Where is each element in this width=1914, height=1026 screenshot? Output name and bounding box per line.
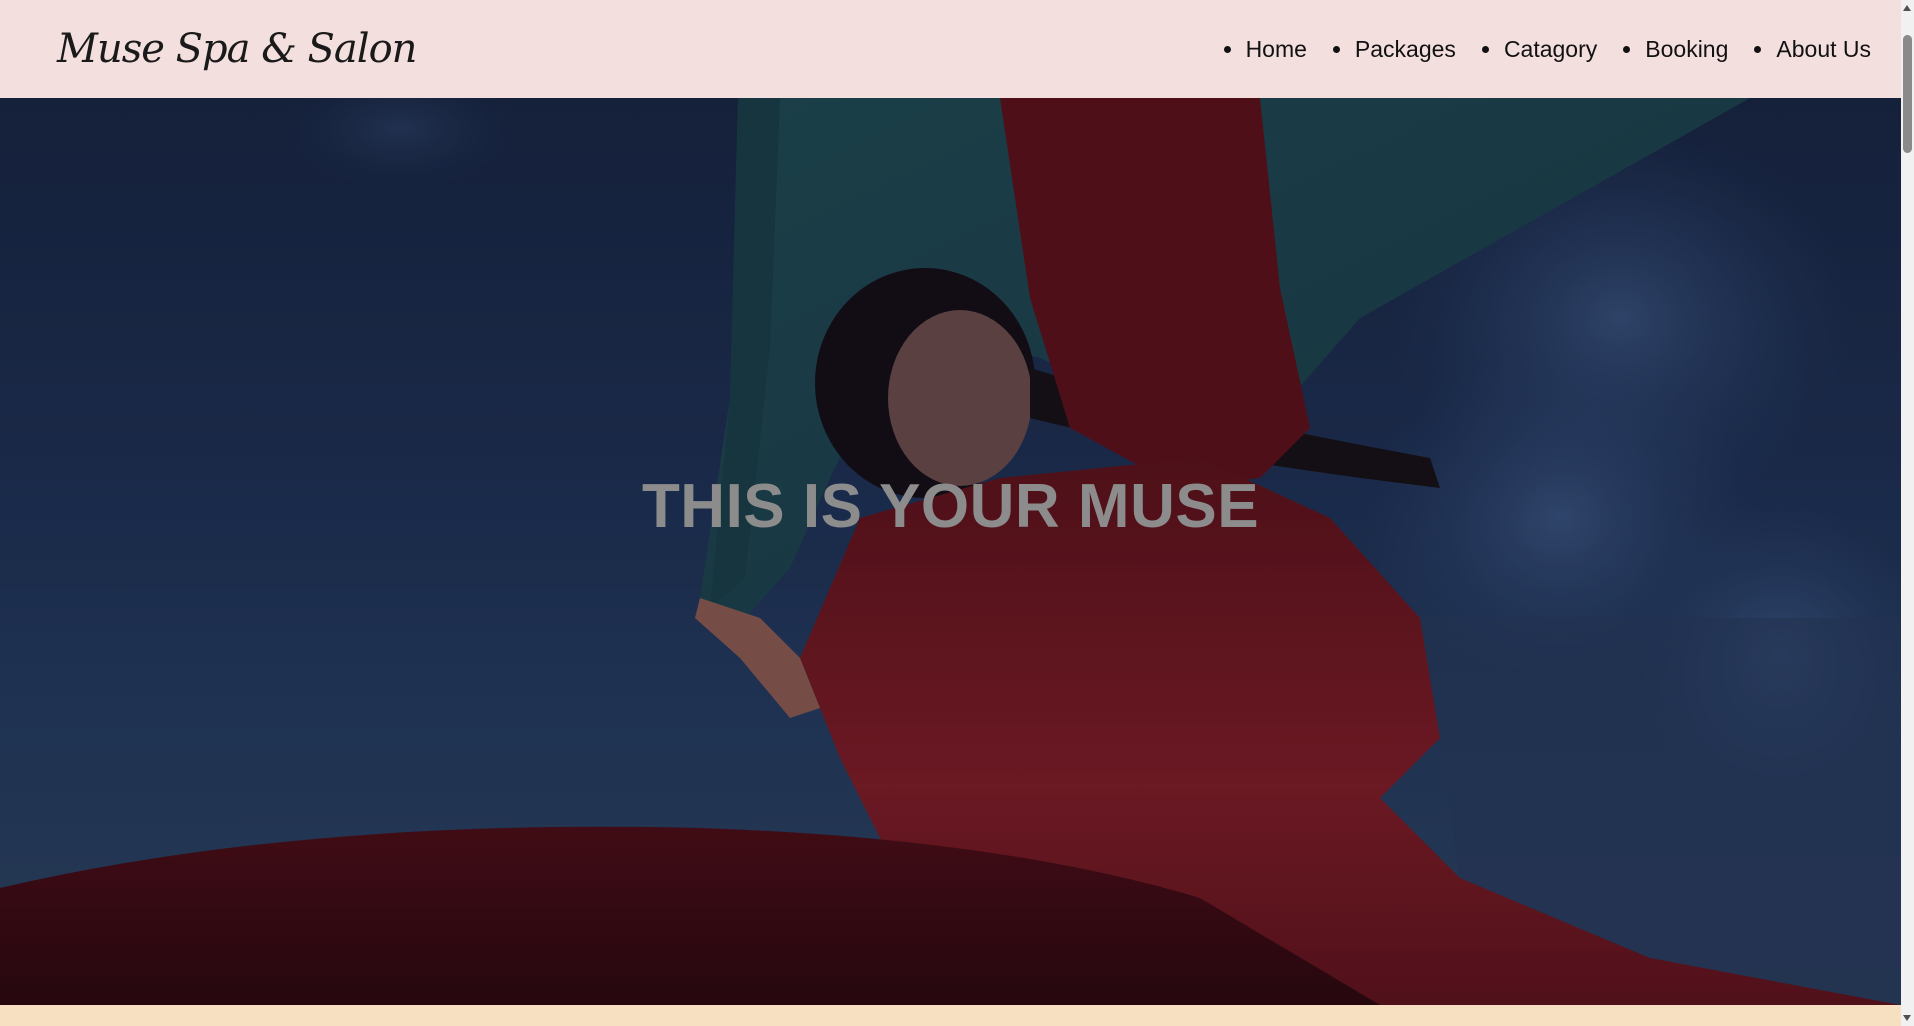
bullet-icon — [1332, 45, 1340, 53]
nav-item-label[interactable]: Booking — [1645, 36, 1728, 63]
page: Muse Spa & Salon Home Packages Catagory … — [0, 0, 1914, 1026]
nav-item-home[interactable]: Home — [1223, 36, 1307, 63]
next-section-edge — [0, 1005, 1901, 1026]
bullet-icon — [1481, 45, 1489, 53]
nav-item-about-us[interactable]: About Us — [1754, 36, 1871, 63]
bullet-icon — [1223, 45, 1231, 53]
scroll-thumb[interactable] — [1903, 35, 1912, 153]
hero-banner: THIS IS YOUR MUSE — [0, 98, 1901, 1005]
hero-overlay — [0, 98, 1901, 1005]
bullet-icon — [1623, 45, 1631, 53]
nav-item-label[interactable]: Packages — [1355, 36, 1456, 63]
site-header: Muse Spa & Salon Home Packages Catagory … — [0, 0, 1901, 98]
scroll-up-arrow-icon[interactable] — [1903, 5, 1911, 11]
nav-item-label[interactable]: Catagory — [1504, 36, 1597, 63]
bullet-icon — [1754, 45, 1762, 53]
nav-item-catagory[interactable]: Catagory — [1481, 36, 1597, 63]
page-scrollbar[interactable] — [1901, 0, 1914, 1026]
nav-item-label[interactable]: About Us — [1776, 36, 1871, 63]
nav-item-booking[interactable]: Booking — [1623, 36, 1728, 63]
main-nav: Home Packages Catagory Booking About Us — [1198, 36, 1871, 63]
site-logo[interactable]: Muse Spa & Salon — [57, 26, 417, 72]
scroll-down-arrow-icon[interactable] — [1903, 1015, 1911, 1021]
hero-title: THIS IS YOUR MUSE — [641, 472, 1260, 541]
nav-item-label[interactable]: Home — [1246, 36, 1307, 63]
nav-item-packages[interactable]: Packages — [1332, 36, 1456, 63]
